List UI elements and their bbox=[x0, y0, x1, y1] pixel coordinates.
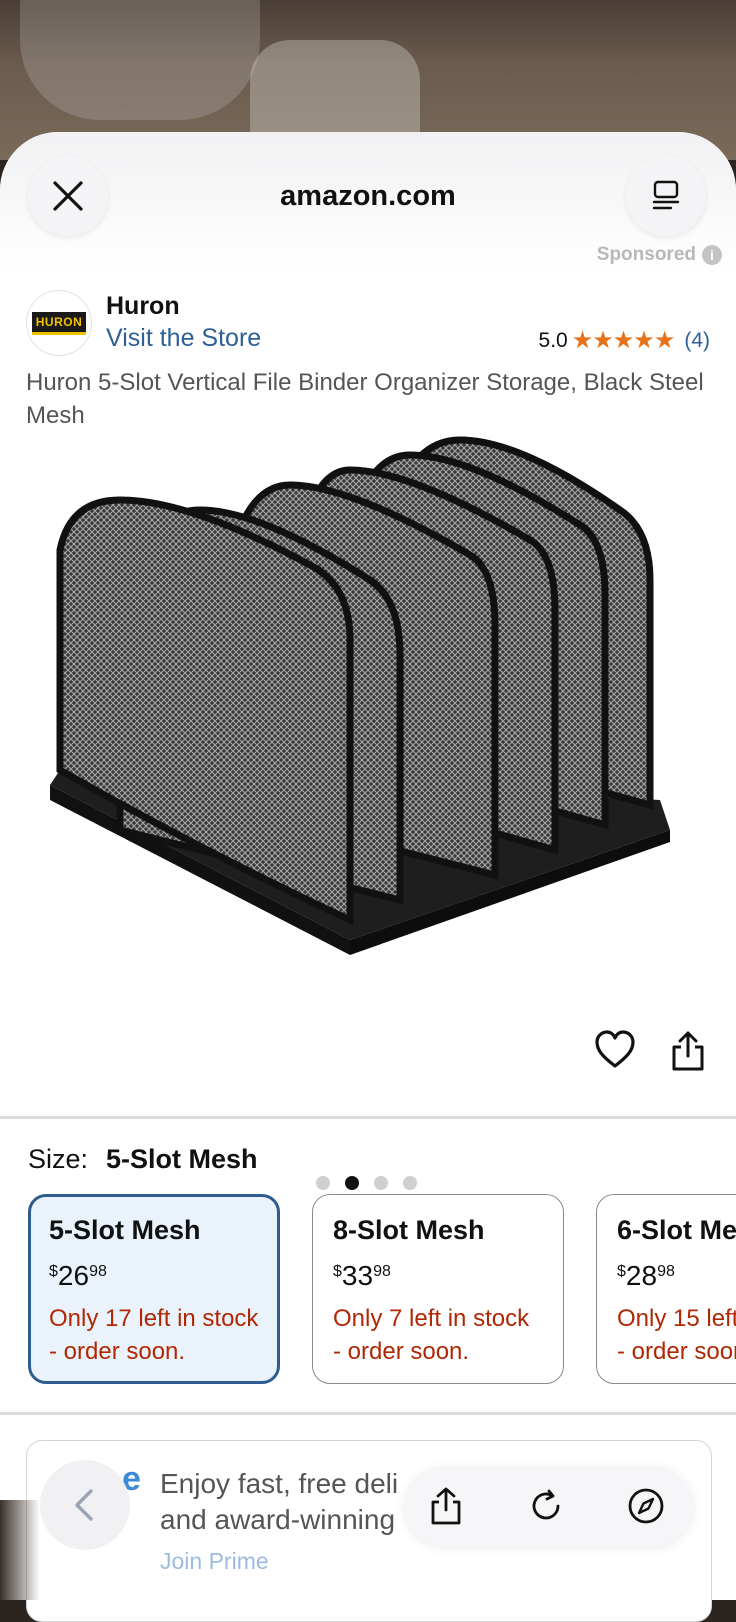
browser-toolbar bbox=[404, 1466, 694, 1546]
prime-line-1: Enjoy fast, free deli bbox=[160, 1468, 399, 1499]
size-option-price: $2698 bbox=[49, 1260, 107, 1291]
size-option-price: $2898 bbox=[617, 1260, 675, 1291]
share-icon bbox=[431, 1487, 461, 1525]
product-image[interactable] bbox=[50, 430, 690, 1110]
product-rating[interactable]: 5.0 ★★★★★ (4) bbox=[539, 326, 710, 355]
reader-mode-icon bbox=[652, 180, 680, 210]
compass-icon bbox=[628, 1488, 664, 1524]
sponsored-label[interactable]: Sponsored i bbox=[597, 244, 722, 266]
carousel-dot[interactable] bbox=[374, 1176, 388, 1190]
rating-score: 5.0 bbox=[538, 328, 568, 352]
carousel-dot[interactable] bbox=[403, 1176, 417, 1190]
join-prime-link[interactable]: Join Prime bbox=[160, 1548, 269, 1575]
stock-message: Only 7 left in stock - order soon. bbox=[333, 1305, 530, 1365]
size-option-clip: 6-Slot Mesh $2898 Only 15 left in stock … bbox=[596, 1194, 736, 1384]
share-icon[interactable] bbox=[670, 1030, 706, 1072]
background-object bbox=[20, 0, 260, 120]
chevron-left-icon bbox=[75, 1489, 93, 1521]
size-option-card[interactable]: 8-Slot Mesh $3398 Only 7 left in stock -… bbox=[312, 1194, 564, 1384]
size-option-name: 8-Slot Mesh bbox=[333, 1215, 485, 1245]
size-option-name: 6-Slot Mesh bbox=[617, 1215, 736, 1245]
toolbar-share-button[interactable] bbox=[426, 1486, 466, 1526]
section-divider bbox=[0, 1116, 736, 1119]
visit-store-link[interactable]: Visit the Store bbox=[106, 324, 261, 353]
info-icon: i bbox=[702, 245, 722, 265]
prime-promo-text: Enjoy fast, free deli and award-winning bbox=[160, 1466, 398, 1538]
reload-icon bbox=[532, 1489, 560, 1520]
review-count: (4) bbox=[684, 328, 710, 352]
size-label-text: Size: bbox=[28, 1144, 89, 1174]
reader-mode-button[interactable] bbox=[626, 156, 706, 236]
size-option-card[interactable]: 6-Slot Mesh $2898 Only 15 left in stock … bbox=[596, 1194, 736, 1384]
brand-logo-text: HURON bbox=[31, 311, 87, 335]
size-option-price: $3398 bbox=[333, 1260, 391, 1291]
size-option-card-selected[interactable]: 5-Slot Mesh $2698 Only 17 left in stock … bbox=[28, 1194, 280, 1384]
brand-logo[interactable]: HURON bbox=[26, 290, 92, 356]
size-selector-label: Size: 5-Slot Mesh bbox=[28, 1144, 258, 1175]
compass-button[interactable] bbox=[626, 1486, 666, 1526]
heart-icon[interactable] bbox=[594, 1030, 636, 1070]
image-carousel-dots[interactable] bbox=[316, 1176, 417, 1190]
stock-message: Only 15 left in stock - order soon. bbox=[617, 1305, 736, 1365]
sponsored-text: Sponsored bbox=[596, 244, 696, 265]
background-edge bbox=[0, 1500, 40, 1600]
star-rating-icon: ★★★★★ bbox=[571, 327, 676, 354]
back-button[interactable] bbox=[40, 1460, 130, 1550]
size-selected-value: 5-Slot Mesh bbox=[106, 1144, 258, 1174]
prime-line-2: and award-winning bbox=[160, 1504, 396, 1535]
reload-button[interactable] bbox=[526, 1486, 566, 1526]
brand-name: Huron bbox=[106, 292, 180, 320]
carousel-dot[interactable] bbox=[316, 1176, 330, 1190]
carousel-dot-active[interactable] bbox=[345, 1176, 359, 1190]
product-title: Huron 5-Slot Vertical File Binder Organi… bbox=[26, 369, 704, 429]
stock-message: Only 17 left in stock - order soon. bbox=[49, 1305, 259, 1365]
section-divider bbox=[0, 1412, 736, 1415]
size-option-name: 5-Slot Mesh bbox=[49, 1215, 201, 1245]
